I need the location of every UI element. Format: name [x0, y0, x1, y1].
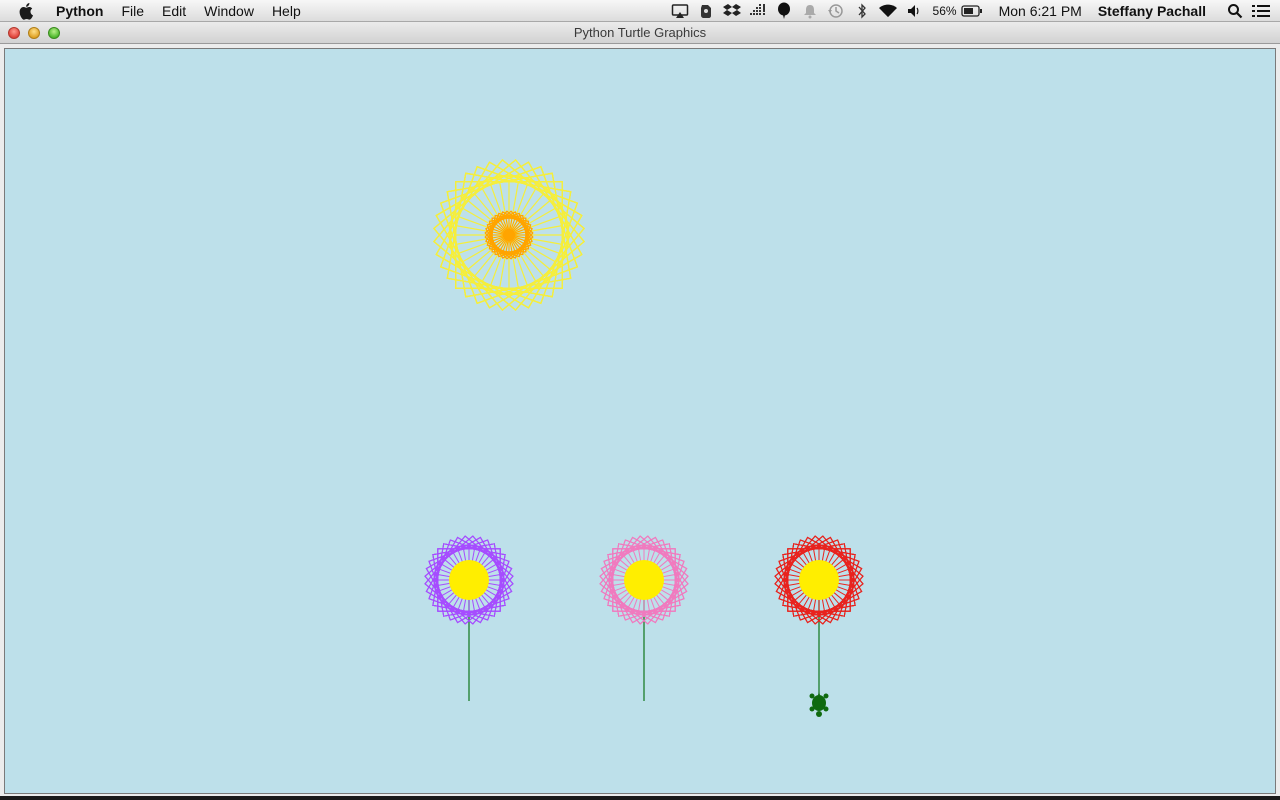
apple-logo-icon[interactable]	[18, 2, 36, 20]
flower-center	[624, 560, 664, 600]
menu-help[interactable]: Help	[263, 0, 310, 22]
window-title: Python Turtle Graphics	[573, 25, 707, 40]
notification-bell-icon[interactable]	[797, 0, 823, 22]
menu-clock[interactable]: Mon 6:21 PM	[999, 3, 1082, 19]
menu-user-name[interactable]: Steffany Pachall	[1098, 3, 1206, 19]
time-machine-icon[interactable]	[823, 0, 849, 22]
screen-bottom-edge	[0, 796, 1280, 800]
spotlight-search-icon[interactable]	[1222, 0, 1248, 22]
wifi-icon[interactable]	[875, 0, 901, 22]
airplay-icon[interactable]	[667, 0, 693, 22]
turtle-window: Python Turtle Graphics	[0, 22, 1280, 796]
volume-icon[interactable]	[901, 0, 927, 22]
battery-icon[interactable]	[959, 0, 985, 22]
turtle-canvas[interactable]	[4, 48, 1276, 794]
turtle-cursor-icon	[809, 692, 829, 717]
grid-icon[interactable]	[745, 0, 771, 22]
flower-center	[799, 560, 839, 600]
menu-bar: Python File Edit Window Help 56% Mon 6:2…	[0, 0, 1280, 22]
turtle-drawing	[424, 159, 864, 717]
bluetooth-icon[interactable]	[849, 0, 875, 22]
dropbox-icon[interactable]	[719, 0, 745, 22]
notification-center-icon[interactable]	[1248, 0, 1274, 22]
menu-file[interactable]: File	[112, 0, 153, 22]
sun-core	[503, 229, 515, 241]
battery-percent: 56%	[932, 4, 957, 18]
menu-app-name[interactable]: Python	[50, 0, 112, 22]
menu-window[interactable]: Window	[195, 0, 263, 22]
evernote-icon[interactable]	[693, 0, 719, 22]
flower-center	[449, 560, 489, 600]
menu-edit[interactable]: Edit	[153, 0, 195, 22]
balloon-icon[interactable]	[771, 0, 797, 22]
window-titlebar[interactable]: Python Turtle Graphics	[0, 22, 1280, 44]
